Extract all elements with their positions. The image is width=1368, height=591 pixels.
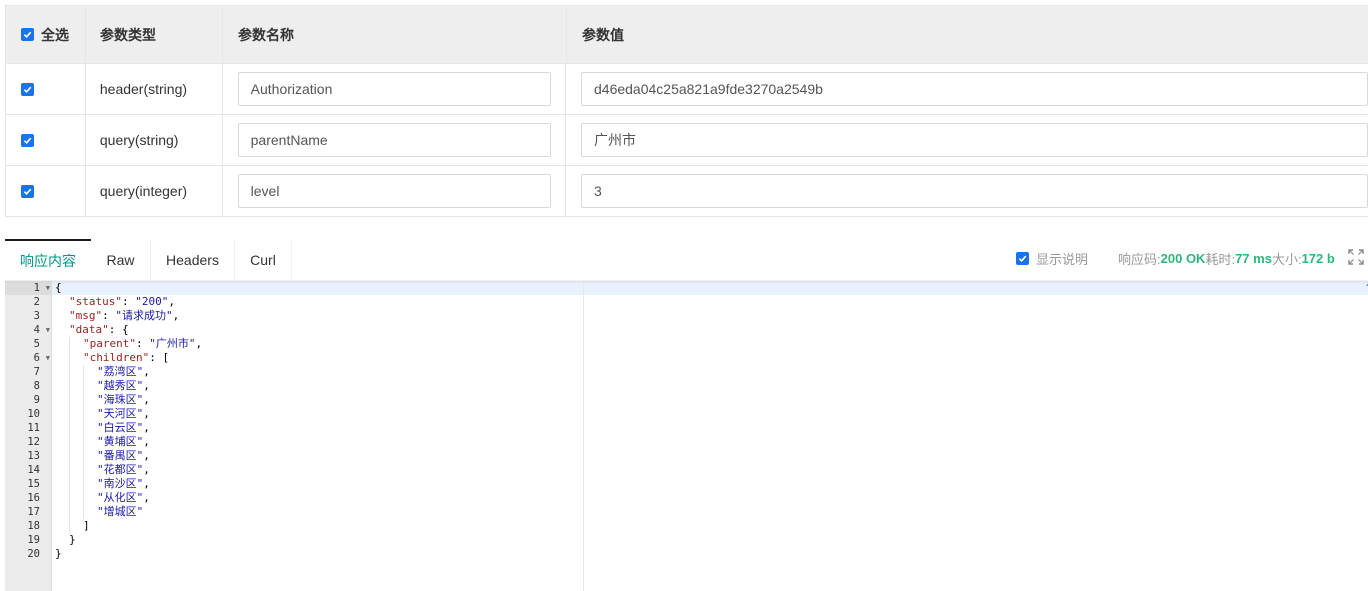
table-row: query(integer)	[6, 166, 1368, 217]
param-value-header: 参数值	[582, 26, 624, 43]
code-line: "黄埔区",	[55, 435, 202, 449]
code-content[interactable]: { "status": "200", "msg": "请求成功", "data"…	[55, 281, 202, 561]
line-number: 16	[27, 492, 40, 504]
param-name-cell	[223, 64, 566, 114]
param-value-cell	[566, 115, 1368, 165]
print-margin	[583, 281, 584, 591]
line-number: 8	[33, 380, 40, 392]
fold-arrow-icon[interactable]: ▼	[46, 323, 50, 337]
params-table-header: 全选 参数类型 参数名称 参数值	[6, 6, 1368, 64]
response-status-bar: 显示说明 响应码: 200 OK 耗时: 77 ms 大小: 172 b	[1016, 249, 1335, 268]
param-type: query(string)	[86, 115, 223, 165]
line-number: 2	[33, 296, 40, 308]
line-number: 15	[27, 478, 40, 490]
line-number: 10	[27, 408, 40, 420]
code-line: ]	[55, 519, 202, 533]
fullscreen-icon[interactable]	[1348, 249, 1364, 265]
code-line: }	[69, 533, 76, 546]
code-line: {	[55, 281, 62, 294]
row-checkbox-cell	[6, 166, 86, 216]
code-line: "海珠区",	[55, 393, 202, 407]
code-line: "白云区",	[55, 421, 202, 435]
param-value-input[interactable]	[581, 174, 1368, 208]
line-number: 7	[33, 366, 40, 378]
show-desc-checkbox[interactable]	[1016, 251, 1029, 265]
table-row: query(string)	[6, 115, 1368, 166]
code-line: "南沙区",	[55, 477, 202, 491]
line-number: 4 ▼	[33, 323, 50, 337]
tab-raw[interactable]: Raw	[91, 239, 151, 281]
line-number: 20	[27, 548, 40, 560]
line-number: 12	[27, 436, 40, 448]
line-number: 14	[27, 464, 40, 476]
tab-curl[interactable]: Curl	[235, 239, 292, 281]
param-name-input[interactable]	[237, 72, 551, 106]
line-number: 9	[33, 394, 40, 406]
fold-arrow-icon[interactable]: ▼	[46, 351, 50, 365]
code-line: }	[55, 547, 62, 560]
param-name-input[interactable]	[237, 174, 551, 208]
code-line: "data": {	[69, 323, 129, 336]
param-type-header: 参数类型	[86, 6, 223, 63]
code-line: "花都区",	[55, 463, 202, 477]
params-table: 全选 参数类型 参数名称 参数值 header(string) query(st…	[5, 5, 1368, 217]
code-line: "从化区",	[55, 491, 202, 505]
line-number: 3	[33, 310, 40, 322]
param-name-header: 参数名称	[223, 6, 567, 63]
param-value-input[interactable]	[581, 123, 1368, 157]
status-code-label: 响应码:	[1118, 251, 1161, 267]
select-all-label[interactable]: 全选	[41, 25, 69, 45]
line-number: 17	[27, 506, 40, 518]
select-all-checkbox[interactable]	[21, 28, 34, 41]
size-label: 大小:	[1271, 251, 1302, 267]
code-line: "番禺区",	[55, 449, 202, 463]
param-value-cell	[566, 166, 1368, 216]
param-type: query(integer)	[86, 166, 223, 216]
response-tabs: 响应内容 Raw Headers Curl	[5, 239, 292, 281]
line-number: 6 ▼	[33, 351, 50, 365]
code-line: "msg": "请求成功",	[69, 309, 180, 322]
param-value-cell	[566, 64, 1368, 114]
status-code-value: 200 OK	[1160, 250, 1206, 266]
code-line: "天河区",	[55, 407, 202, 421]
line-number: 13	[27, 450, 40, 462]
code-line: "越秀区",	[55, 379, 202, 393]
size-value: 172 b	[1301, 250, 1335, 266]
table-row: header(string)	[6, 64, 1368, 115]
param-name-cell	[223, 166, 566, 216]
param-name-input[interactable]	[237, 123, 551, 157]
show-desc-label[interactable]: 显示说明	[1036, 249, 1088, 268]
response-code-editor[interactable]: 1 ▼ 2 3 4 ▼ 5 6 ▼ 7 8 9 10 11 12 13 14 15 1…	[5, 281, 1368, 591]
tab-headers[interactable]: Headers	[151, 239, 235, 281]
row-checkbox-cell	[6, 64, 86, 114]
row-checkbox[interactable]	[21, 133, 34, 147]
param-name-cell	[223, 115, 566, 165]
select-all-cell: 全选	[6, 6, 86, 63]
code-line: "增城区"	[55, 505, 202, 519]
param-value-input[interactable]	[581, 72, 1368, 106]
code-line: "status": "200",	[69, 295, 175, 308]
row-checkbox-cell	[6, 115, 86, 165]
tab-response-content[interactable]: 响应内容	[5, 239, 91, 281]
row-checkbox[interactable]	[21, 184, 34, 198]
line-number: 11	[27, 422, 40, 434]
code-line: "parent": "广州市",	[55, 337, 202, 351]
param-type: header(string)	[86, 64, 223, 114]
line-number: 19	[27, 534, 40, 546]
time-value: 77 ms	[1235, 250, 1272, 266]
row-checkbox[interactable]	[21, 82, 34, 96]
editor-top-shadow	[5, 281, 1368, 284]
line-number: 18	[27, 520, 40, 532]
line-number: 5	[33, 338, 40, 350]
time-label: 耗时:	[1205, 251, 1236, 267]
code-line: "荔湾区",	[55, 365, 202, 379]
line-number-gutter: 1 ▼ 2 3 4 ▼ 5 6 ▼ 7 8 9 10 11 12 13 14 15 1…	[5, 281, 52, 591]
code-line: "children": [	[55, 351, 202, 365]
